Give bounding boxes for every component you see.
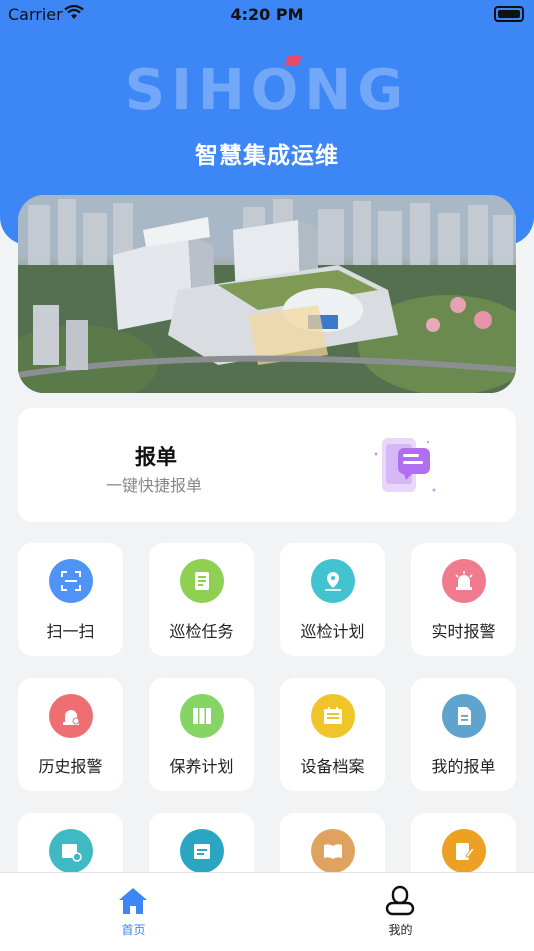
grid-item-label: 巡检任务: [169, 622, 234, 641]
grid-item-label: 我的报单: [431, 757, 496, 776]
tab-home[interactable]: 首页: [0, 873, 267, 951]
grid-item-alarm-light[interactable]: 实时报警: [411, 543, 516, 656]
device-archive-icon: [311, 694, 355, 738]
note-edit-icon: [442, 829, 486, 873]
banner-image: [18, 195, 516, 393]
grid-item-maintenance-binder[interactable]: 保养计划: [149, 678, 254, 791]
grid-item-scan[interactable]: 扫一扫: [18, 543, 123, 656]
tab-bar: 首页 我的: [0, 872, 534, 951]
grid-item-label: 历史报警: [38, 757, 103, 776]
maintenance-binder-icon: [180, 694, 224, 738]
tab-home-label: 首页: [121, 923, 146, 937]
chat-phone-icon: [368, 432, 444, 502]
grid-item-label: 扫一扫: [46, 622, 95, 641]
grid-item-location-pin[interactable]: 巡检计划: [280, 543, 385, 656]
status-bar: Carrier 4:20 PM: [0, 0, 534, 30]
tab-mine[interactable]: 我的: [267, 873, 534, 951]
status-time: 4:20 PM: [230, 5, 304, 24]
calendar-clock-icon: [49, 829, 93, 873]
tab-mine-label: 我的: [388, 923, 413, 937]
alarm-history-icon: [49, 694, 93, 738]
brand-logo: SIHONG: [124, 58, 410, 123]
alarm-light-icon: [442, 559, 486, 603]
report-title: 报单: [135, 445, 177, 469]
grid-item-alarm-history[interactable]: 历史报警: [18, 678, 123, 791]
document-icon: [442, 694, 486, 738]
report-subtitle: 一键快捷报单: [106, 476, 203, 495]
grid-item-label: 巡检计划: [300, 622, 365, 641]
user-icon: [385, 885, 415, 916]
scan-icon: [49, 559, 93, 603]
battery-icon: [494, 6, 524, 22]
grid-item-label: 设备档案: [300, 757, 365, 776]
grid-item-document[interactable]: 我的报单: [411, 678, 516, 791]
book-icon: [311, 829, 355, 873]
grid-item-inspection-task[interactable]: 巡检任务: [149, 543, 254, 656]
app-title: 智慧集成运维: [195, 143, 339, 169]
inspection-task-icon: [180, 559, 224, 603]
home-icon: [119, 888, 147, 914]
grid-item-device-archive[interactable]: 设备档案: [280, 678, 385, 791]
schedule-icon: [180, 829, 224, 873]
quick-report-card[interactable]: 报单 一键快捷报单: [18, 408, 516, 522]
grid-item-label: 保养计划: [169, 757, 234, 776]
grid-item-label: 实时报警: [431, 622, 496, 641]
location-pin-icon: [311, 559, 355, 603]
